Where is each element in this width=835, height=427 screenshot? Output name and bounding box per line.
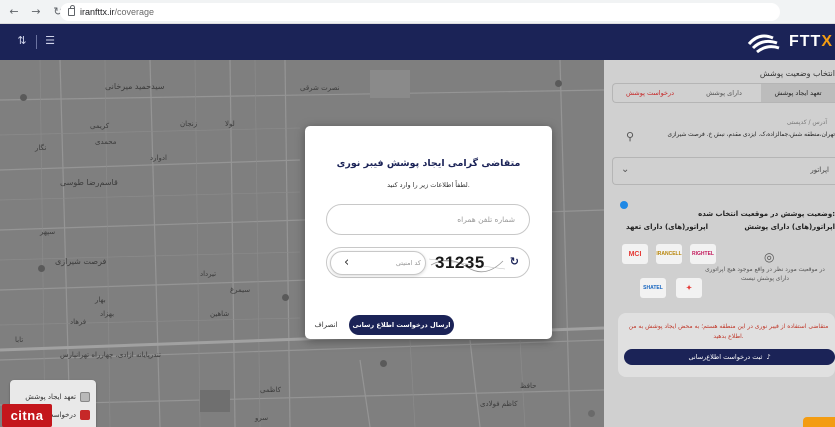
legend-label: تعهد ایجاد پوشش xyxy=(25,393,76,401)
lock-icon xyxy=(68,5,75,16)
street-label: کاظم فولادی xyxy=(480,400,518,408)
tab-commitment[interactable]: تعهد ایجاد پوشش xyxy=(761,84,835,102)
operator-logo-mci: MCI xyxy=(622,244,648,264)
search-icon[interactable]: ⚲ xyxy=(626,130,634,143)
captcha-value: 31235 xyxy=(435,253,485,272)
security-code-input[interactable] xyxy=(353,254,421,272)
header-divider xyxy=(36,35,37,49)
forward-icon[interactable]: → xyxy=(28,4,44,20)
locate-icon[interactable] xyxy=(588,410,595,417)
coverage-title: وضعیت پوشش در موقعیت انتخاب شده: xyxy=(698,210,835,218)
legend-row: تعهد ایجاد پوشش xyxy=(25,392,90,402)
street-label: نصرت شرقی xyxy=(300,84,340,92)
cancel-button[interactable]: انصراف xyxy=(309,318,343,332)
covered-operators-header: اپراتور(های) دارای پوشش xyxy=(744,223,835,231)
street-label: سپهر xyxy=(40,228,56,236)
tab-covered[interactable]: دارای پوشش xyxy=(687,84,761,102)
chevron-left-icon: ‹ xyxy=(344,255,350,270)
captcha-row: ↻ 31235 ‹ xyxy=(326,247,530,278)
url-path: /coverage xyxy=(114,7,155,17)
bell-icon: ♪ xyxy=(766,353,771,361)
street-label: فرهاد xyxy=(70,318,87,326)
phone-input[interactable] xyxy=(326,204,530,235)
street-label: کاظمی xyxy=(260,386,281,394)
app-header: ⇅ ☰ FTTX xyxy=(0,24,835,60)
address-value: تهران،منطقه شش،جمالزاده،ک. ایزدی مقدم، ن… xyxy=(667,132,835,138)
street-label: محمدی xyxy=(95,138,117,146)
list-icon[interactable]: ☰ xyxy=(42,33,58,49)
security-code-field[interactable]: ‹ xyxy=(330,251,426,275)
logo-mark-icon xyxy=(747,34,780,54)
tab-request[interactable]: درخواست پوشش xyxy=(613,84,687,102)
street-label: تندرپایانه ازادی، چهارراه تهرانپارس xyxy=(60,351,161,359)
ftx-logo: FTTX xyxy=(745,28,835,56)
operator-logo-rightel: RIGHTEL xyxy=(690,244,716,264)
street-label: قاسم‌رضا طوسی xyxy=(60,178,118,187)
wifi-icon: ◎ xyxy=(764,250,775,264)
street-label: نگار xyxy=(35,144,47,152)
address-search[interactable]: ⚲ تهران،منطقه شش،جمالزاده،ک. ایزدی مقدم،… xyxy=(612,130,835,144)
coverage-tabs: تعهد ایجاد پوشش دارای پوشش درخواست پوشش xyxy=(612,83,835,103)
street-label: حافظ xyxy=(520,382,537,390)
chevron-down-icon: ⌄ xyxy=(621,164,630,175)
street-label: بهزاد xyxy=(100,310,115,318)
request-text: متقاضی استفاده از فیبر نوری در این منطقه… xyxy=(628,323,829,340)
notify-modal: متقاضی گرامی ایجاد پوشش فیبر نوری لطفاً … xyxy=(305,126,552,339)
operator-select[interactable]: ⌄ اپراتور xyxy=(612,157,835,185)
back-icon[interactable]: ← xyxy=(6,4,22,20)
map-poi-icon xyxy=(380,360,387,367)
logo-wordmark: FTTX xyxy=(789,33,833,50)
address-label: آدرس / کدپستی xyxy=(786,119,827,126)
street-label: سیدحمید میرخانی xyxy=(105,82,165,91)
request-card: متقاضی استفاده از فیبر نوری در این منطقه… xyxy=(618,313,835,377)
info-icon[interactable] xyxy=(620,201,628,209)
operator-logo-shatel: SHATEL xyxy=(640,278,666,298)
address-bar[interactable]: iranfttx.ir/coverage xyxy=(60,3,780,21)
coverage-sidebar: انتخاب وضعیت پوشش تعهد ایجاد پوشش دارای … xyxy=(604,60,835,427)
street-label: سیمرغ xyxy=(230,286,251,294)
request-notify-button[interactable]: ثبت درخواست اطلاع‌رسانی ♪ xyxy=(624,349,835,365)
browser-toolbar: ← → ↻ iranfttx.ir/coverage xyxy=(0,0,835,24)
no-coverage-message: در موقعیت مورد نظر در واقع موجود هیچ اپر… xyxy=(705,267,825,282)
street-label: سرو xyxy=(255,414,269,422)
legend-swatch xyxy=(80,392,90,402)
map-poi-icon xyxy=(38,265,45,272)
street-label: لولا xyxy=(225,120,235,128)
street-label: ادوارد xyxy=(150,154,167,162)
street-label: زنجان xyxy=(180,120,198,128)
street-label: تیرداد xyxy=(200,270,217,278)
street-label: بهار xyxy=(95,296,106,304)
operator-select-value: اپراتور xyxy=(810,166,829,174)
street-label: شاهین xyxy=(210,310,230,318)
street-label: کریمی xyxy=(90,122,110,130)
map-poi-icon xyxy=(555,80,562,87)
street-label: فرصت شیرازی xyxy=(55,257,107,266)
captcha-image: 31235 xyxy=(429,251,505,275)
modal-title: متقاضی گرامی ایجاد پوشش فیبر نوری xyxy=(336,158,521,169)
operator-logo-other: ✦ xyxy=(676,278,702,298)
map-poi-icon xyxy=(20,94,27,101)
operator-logo-irancell: IRANCELL xyxy=(656,244,682,264)
sidebar-title: انتخاب وضعیت پوشش xyxy=(759,69,835,78)
watermark-logo: citna xyxy=(2,404,52,427)
feedback-tab[interactable] xyxy=(803,417,835,427)
refresh-captcha-icon[interactable]: ↻ xyxy=(510,255,519,268)
map-poi-icon xyxy=(282,294,289,301)
modal-subtitle: لطفاً اطلاعات زیر را وارد کنید. xyxy=(387,181,470,189)
street-label: تابا xyxy=(15,336,24,344)
committed-operators-header: اپراتور(های) دارای تعهد xyxy=(626,223,709,231)
translate-icon[interactable]: ⇅ xyxy=(14,33,30,49)
legend-swatch xyxy=(80,410,90,420)
url-host: iranfttx.ir xyxy=(80,7,115,17)
submit-notify-button[interactable]: ارسال درخواست اطلاع رسانی xyxy=(349,315,454,335)
request-notify-label: ثبت درخواست اطلاع‌رسانی xyxy=(688,353,763,361)
